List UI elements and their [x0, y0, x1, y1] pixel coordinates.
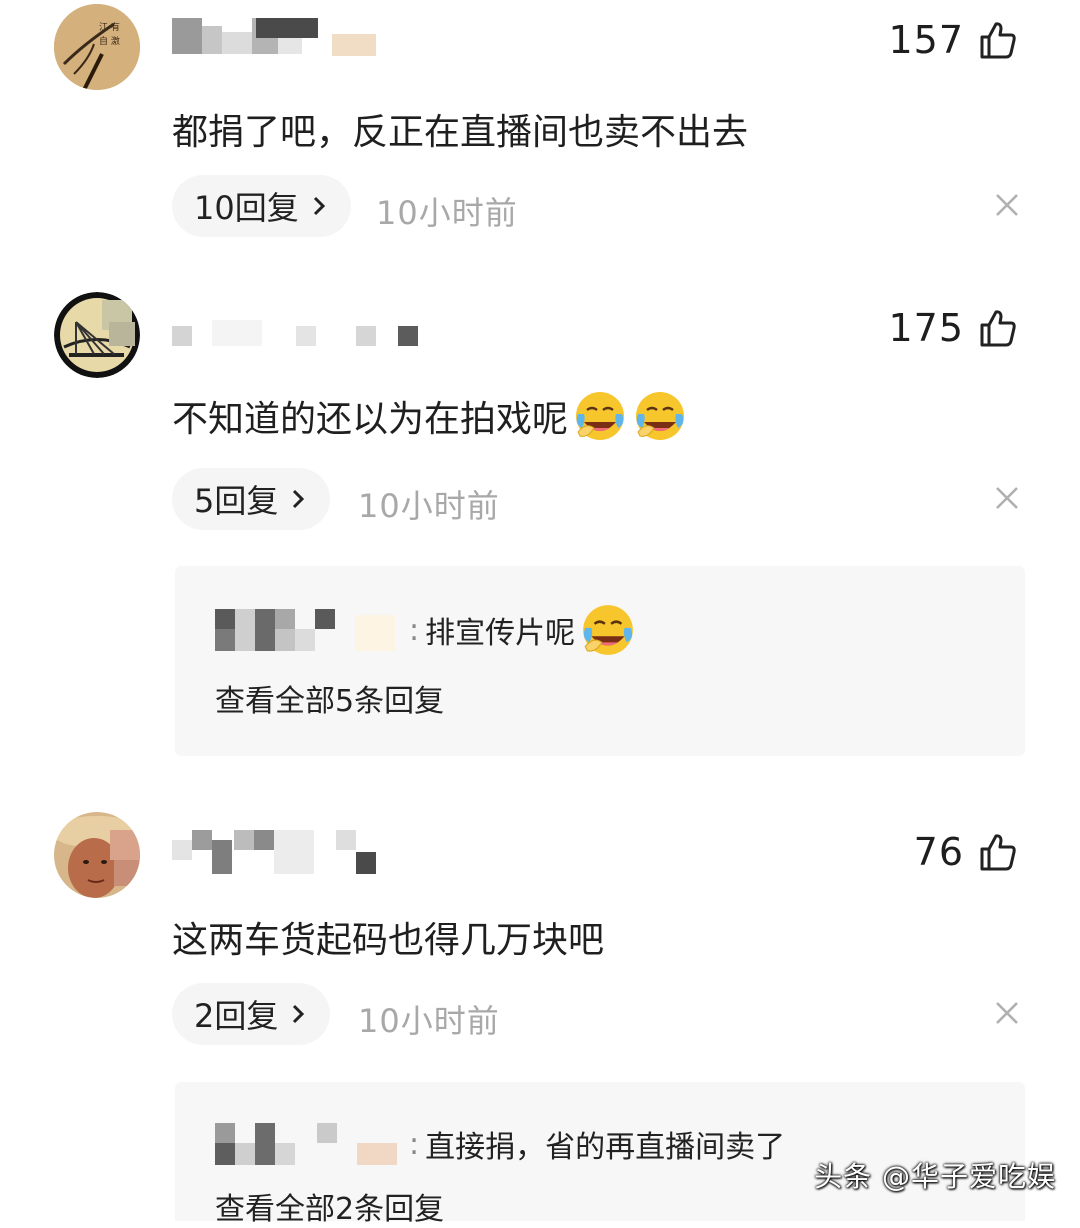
comment-text: 不知道的还以为在拍戏呢 — [172, 386, 688, 446]
comment-time: 10小时前 — [376, 194, 518, 232]
watermark-text: 头条 @华子爱吃娱 — [814, 1160, 1056, 1193]
user-avatar[interactable] — [54, 812, 140, 898]
comment-item: 江 有 自 激 157 都捐了吧，反正在直播间也卖不出去 10回复 10小时前 — [0, 0, 1080, 260]
like-count: 157 — [888, 18, 964, 62]
like-count: 76 — [913, 830, 964, 874]
replies-label: 5回复 — [194, 482, 279, 520]
replies-button[interactable]: 2回复 — [172, 983, 331, 1045]
comment-text: 都捐了吧，反正在直播间也卖不出去 — [172, 112, 749, 153]
replies-label: 2回复 — [194, 997, 279, 1035]
username-blurred[interactable] — [172, 830, 432, 874]
like-counter[interactable]: 175 — [888, 306, 1018, 350]
sub-reply: : 直接捐，省的再直播间卖了 — [215, 1120, 785, 1168]
comment-text: 这两车货起码也得几万块吧 — [172, 920, 605, 961]
user-avatar[interactable]: 江 有 自 激 — [54, 4, 140, 90]
replies-button[interactable]: 10回复 — [172, 175, 351, 237]
laughing-crying-emoji-icon — [636, 392, 685, 440]
thumbs-up-icon[interactable] — [978, 20, 1018, 60]
sub-reply-colon: : — [409, 612, 420, 648]
chevron-right-icon — [293, 1004, 305, 1024]
sub-replies-box[interactable]: : 排宣传片呢 查看全部5条回复 — [175, 566, 1025, 756]
view-all-replies-link[interactable]: 查看全部5条回复 — [215, 676, 444, 720]
laughing-crying-emoji-icon — [583, 605, 633, 655]
comment-time: 10小时前 — [358, 1002, 500, 1040]
sub-reply-text: 排宣传片呢 — [425, 616, 576, 651]
replies-button[interactable]: 5回复 — [172, 468, 331, 530]
svg-text:江 有: 江 有 — [99, 21, 120, 33]
user-avatar[interactable] — [54, 292, 140, 378]
close-icon[interactable] — [994, 485, 1020, 511]
sub-reply-colon: : — [409, 1126, 420, 1162]
chevron-right-icon — [293, 489, 305, 509]
comment-text-content: 不知道的还以为在拍戏呢 — [172, 399, 569, 440]
comment-item: 175 不知道的还以为在拍戏呢 5回复 10小时前: 排宣传片呢 查看全部5条… — [0, 280, 1080, 770]
sub-reply: : 排宣传片呢 — [215, 602, 637, 658]
username-blurred[interactable] — [172, 320, 432, 356]
close-icon[interactable] — [994, 1000, 1020, 1026]
chevron-right-icon — [313, 196, 325, 216]
thumbs-up-icon[interactable] — [978, 308, 1018, 348]
close-icon[interactable] — [994, 192, 1020, 218]
like-counter[interactable]: 157 — [888, 18, 1018, 62]
view-all-replies-link[interactable]: 查看全部2条回复 — [215, 1184, 444, 1228]
svg-text:自 激: 自 激 — [99, 35, 120, 47]
replies-label: 10回复 — [194, 189, 299, 227]
like-counter[interactable]: 76 — [914, 830, 1018, 874]
username-blurred[interactable] — [172, 18, 432, 56]
sub-username-blurred[interactable] — [215, 609, 405, 651]
sub-username-blurred[interactable] — [215, 1123, 405, 1165]
sub-replies-box[interactable]: : 直接捐，省的再直播间卖了 查看全部2条回复 — [175, 1082, 1025, 1227]
laughing-crying-emoji-icon — [576, 392, 625, 440]
sub-reply-text: 直接捐，省的再直播间卖了 — [425, 1130, 786, 1165]
comment-time: 10小时前 — [358, 487, 500, 525]
thumbs-up-icon[interactable] — [978, 832, 1018, 872]
like-count: 175 — [888, 306, 964, 350]
